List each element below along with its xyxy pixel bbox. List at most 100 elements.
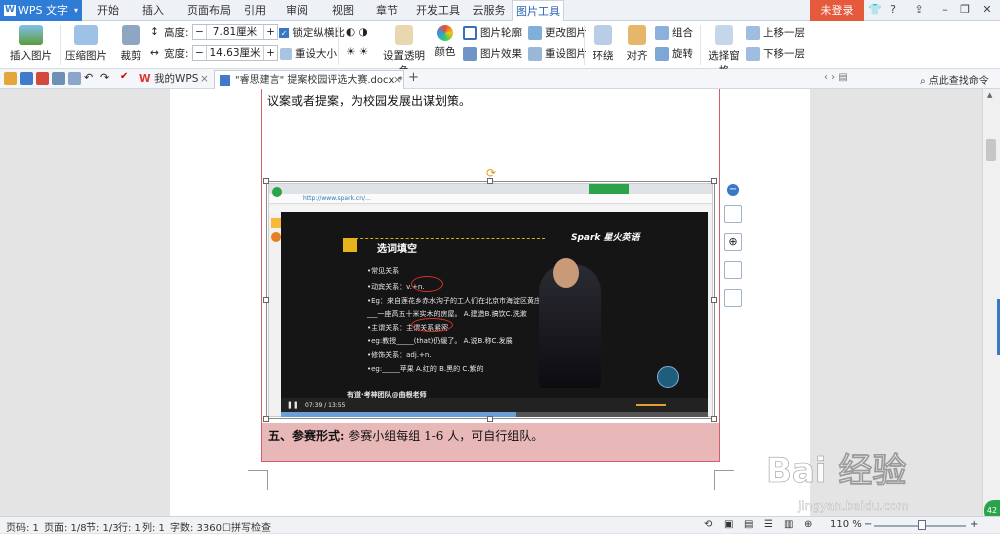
view-web-icon[interactable]: ▤ xyxy=(744,519,753,530)
tab-cloud[interactable]: 云服务 xyxy=(468,0,510,21)
collapse-icon[interactable]: − xyxy=(727,184,739,196)
scroll-thumb[interactable] xyxy=(986,139,996,161)
section-body: 参赛小组每组 1-6 人，可自行组队。 xyxy=(344,429,544,443)
resize-handle[interactable] xyxy=(263,297,269,303)
border-tool-icon[interactable] xyxy=(724,289,742,307)
resize-handle[interactable] xyxy=(711,416,717,422)
tab-picture-tools[interactable]: 图片工具 xyxy=(512,0,564,22)
slide-logo-icon xyxy=(343,238,357,252)
close-icon[interactable]: × xyxy=(393,71,402,89)
zoom-out-icon[interactable]: − xyxy=(864,519,872,530)
group-button[interactable]: 组合 xyxy=(655,25,693,40)
redo-icon[interactable]: ↷ xyxy=(100,71,109,84)
skin-icon[interactable]: 👕 xyxy=(866,2,884,18)
compress-picture-button[interactable]: 压缩图片 xyxy=(64,25,108,63)
width-spinner[interactable]: −14.63厘米 + xyxy=(192,45,278,61)
change-picture-button[interactable]: 更改图片 xyxy=(528,25,587,40)
doc-heading-paragraph[interactable]: 五、参赛形式: 参赛小组每组 1-6 人，可自行组队。 xyxy=(268,427,543,444)
tab-chapter[interactable]: 章节 xyxy=(372,0,402,21)
tab-review[interactable]: 审阅 xyxy=(282,0,312,21)
zoom-in-icon[interactable]: + xyxy=(970,519,978,530)
print-preview-icon[interactable] xyxy=(68,72,81,85)
bring-forward-label: 上移一层 xyxy=(763,27,805,39)
app-menu-button[interactable]: W WPS 文字 ▾ xyxy=(0,0,82,21)
scroll-up-icon[interactable]: ▲ xyxy=(987,91,992,99)
pin-icon[interactable]: ✔ xyxy=(120,71,128,82)
save-icon[interactable] xyxy=(20,72,33,85)
help-icon[interactable]: ? xyxy=(884,2,902,18)
plus-icon[interactable]: + xyxy=(263,25,277,39)
crop-tool-icon[interactable] xyxy=(724,261,742,279)
restore-icon[interactable]: ❐ xyxy=(956,2,974,18)
tab-insert[interactable]: 插入 xyxy=(133,0,173,21)
width-value[interactable]: 14.63厘米 xyxy=(207,46,263,60)
open-icon[interactable] xyxy=(4,72,17,85)
minimize-icon[interactable]: – xyxy=(936,2,954,18)
brightness-icon[interactable]: ◐ ◑ xyxy=(346,26,368,38)
status-word-count[interactable]: 字数: 3360 xyxy=(170,519,222,534)
tab-developer[interactable]: 开发工具 xyxy=(412,0,464,21)
picture-outline-button[interactable]: 图片轮廓 xyxy=(463,25,522,40)
align-label: 对齐 xyxy=(626,50,648,62)
print-icon[interactable] xyxy=(52,72,65,85)
chevron-down-icon: ▾ xyxy=(73,6,78,15)
upload-icon[interactable]: ⇪ xyxy=(910,2,928,18)
resize-handle[interactable] xyxy=(487,416,493,422)
lock-ratio-checkbox[interactable]: ✓ 锁定纵横比 xyxy=(279,25,345,40)
login-button[interactable]: 未登录 xyxy=(810,0,864,21)
doc-tab-current[interactable]: "睿思建言" 提案校园评选大赛.docx * × xyxy=(214,70,404,89)
vertical-scrollbar[interactable]: ▲ xyxy=(982,89,1000,516)
picture-effect-button[interactable]: 图片效果 xyxy=(463,46,522,61)
height-value[interactable]: 7.81厘米 xyxy=(207,25,263,39)
contrast-icon[interactable]: ☀ ☀ xyxy=(346,46,368,58)
color-button[interactable]: 颜色 xyxy=(430,25,460,59)
crop-button[interactable]: 裁剪 xyxy=(112,25,150,63)
insert-picture-button[interactable]: 插入图片 xyxy=(8,25,54,63)
view-page-icon[interactable]: ▣ xyxy=(724,519,733,530)
undo-icon[interactable]: ↶ xyxy=(84,71,93,84)
minus-icon[interactable]: − xyxy=(193,25,207,39)
tab-list-icon[interactable]: ‹ › ▤ xyxy=(824,72,848,83)
red-circle-annotation xyxy=(411,276,443,292)
view-outline-icon[interactable]: ☰ xyxy=(764,519,773,530)
zoom-level[interactable]: 110 % xyxy=(830,519,862,530)
reset-picture-button[interactable]: 重设图片 xyxy=(528,46,587,61)
reset-size-label: 重设大小 xyxy=(295,48,337,60)
layout-options-icon[interactable] xyxy=(724,205,742,223)
crop-icon xyxy=(122,25,140,45)
export-pdf-icon[interactable] xyxy=(36,72,49,85)
height-spinner[interactable]: −7.81厘米 + xyxy=(192,24,278,40)
doc-tab-mywps[interactable]: W 我的WPS × xyxy=(134,70,210,89)
view-web2-icon[interactable]: ⊕ xyxy=(804,519,812,530)
resize-handle[interactable] xyxy=(263,178,269,184)
bring-forward-button[interactable]: 上移一层 xyxy=(746,25,805,40)
spell-check[interactable]: ☐拼写检查 xyxy=(222,519,271,534)
reset-size-button[interactable]: 重设大小 xyxy=(280,46,337,61)
doc-paragraph[interactable]: 议案或者提案，为校园发展出谋划策。 xyxy=(267,92,471,109)
slide-title: 选词填空 xyxy=(377,244,417,255)
resize-handle[interactable] xyxy=(711,297,717,303)
minus-icon[interactable]: − xyxy=(193,46,207,60)
wrap-button[interactable]: 环绕 xyxy=(588,25,618,63)
view-read-icon[interactable]: ▥ xyxy=(784,519,793,530)
tab-view[interactable]: 视图 xyxy=(328,0,358,21)
align-button[interactable]: 对齐 xyxy=(622,25,652,63)
close-icon[interactable]: × xyxy=(200,70,209,88)
tab-home[interactable]: 开始 xyxy=(88,0,128,21)
rotate-button[interactable]: 旋转 xyxy=(655,46,693,61)
new-tab-icon[interactable]: + xyxy=(408,70,419,85)
plus-icon[interactable]: + xyxy=(263,46,277,60)
tab-page-layout[interactable]: 页面布局 xyxy=(178,0,240,21)
resize-handle[interactable] xyxy=(711,178,717,184)
resize-handle[interactable] xyxy=(487,178,493,184)
resize-handle[interactable] xyxy=(263,416,269,422)
close-icon[interactable]: ✕ xyxy=(978,2,996,18)
search-command[interactable]: ⌕ 点此查找命令 xyxy=(920,72,989,87)
tab-references[interactable]: 引用 xyxy=(240,0,270,21)
send-backward-button[interactable]: 下移一层 xyxy=(746,46,805,61)
history-icon[interactable]: ⟲ xyxy=(704,519,712,530)
zoom-slider-thumb[interactable] xyxy=(918,520,926,530)
slide-line: •eg:_____苹果 A.红的 B.黑的 C.紫的 xyxy=(367,365,484,373)
zoom-in-icon[interactable]: ⊕ xyxy=(724,233,742,251)
reset-size-icon xyxy=(280,48,292,60)
